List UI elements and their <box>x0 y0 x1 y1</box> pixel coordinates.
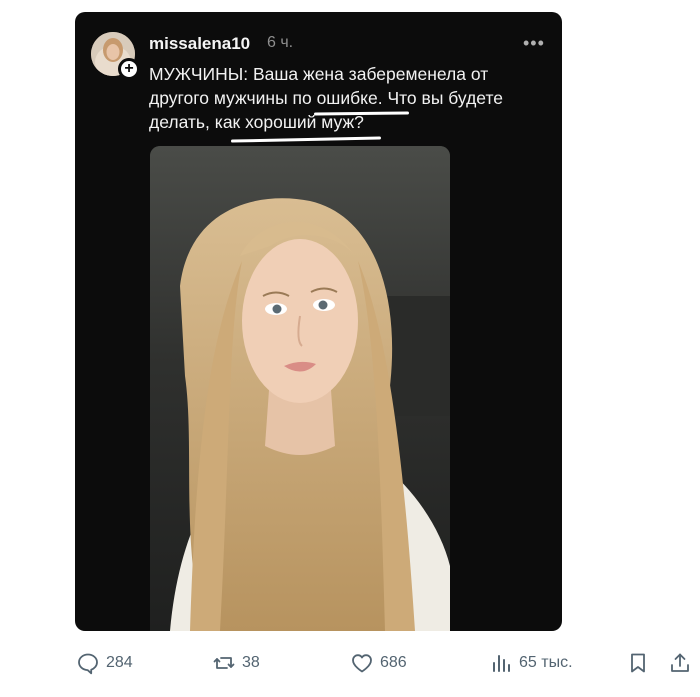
post-username[interactable]: missalena10 <box>149 34 250 54</box>
follow-plus-icon[interactable]: + <box>118 58 140 80</box>
action-bar: 284 38 686 65 тыс. <box>0 646 700 680</box>
post-photo[interactable] <box>150 146 450 631</box>
views-count: 65 тыс. <box>519 654 573 671</box>
heart-icon <box>350 651 374 675</box>
post-timestamp: 6 ч. <box>267 34 294 51</box>
share-button[interactable] <box>668 646 692 680</box>
reply-count: 284 <box>106 654 133 671</box>
like-button[interactable]: 686 <box>350 646 407 680</box>
views-bars-icon <box>489 651 513 675</box>
post-caption: МУЖЧИНЫ: Ваша жена забеременела от друго… <box>149 62 549 134</box>
views-button[interactable]: 65 тыс. <box>489 646 573 680</box>
caption-line-2: другого мужчины по ошибке. Что вы будете <box>149 88 503 108</box>
repost-icon <box>212 651 236 675</box>
caption-line-1: МУЖЧИНЫ: Ваша жена забеременела от <box>149 64 489 84</box>
bookmark-icon <box>626 651 650 675</box>
like-count: 686 <box>380 654 407 671</box>
reply-bubble-icon <box>76 651 100 675</box>
repost-count: 38 <box>242 654 260 671</box>
share-icon <box>668 651 692 675</box>
underline-mark <box>230 136 382 143</box>
tweet-media-view: + missalena10 6 ч. ••• МУЖЧИНЫ: Ваша жен… <box>0 0 700 697</box>
embedded-post-screenshot[interactable]: + missalena10 6 ч. ••• МУЖЧИНЫ: Ваша жен… <box>75 12 562 631</box>
bookmark-button[interactable] <box>626 646 650 680</box>
reply-button[interactable]: 284 <box>76 646 133 680</box>
more-dots-icon[interactable]: ••• <box>523 34 545 52</box>
repost-button[interactable]: 38 <box>212 646 260 680</box>
